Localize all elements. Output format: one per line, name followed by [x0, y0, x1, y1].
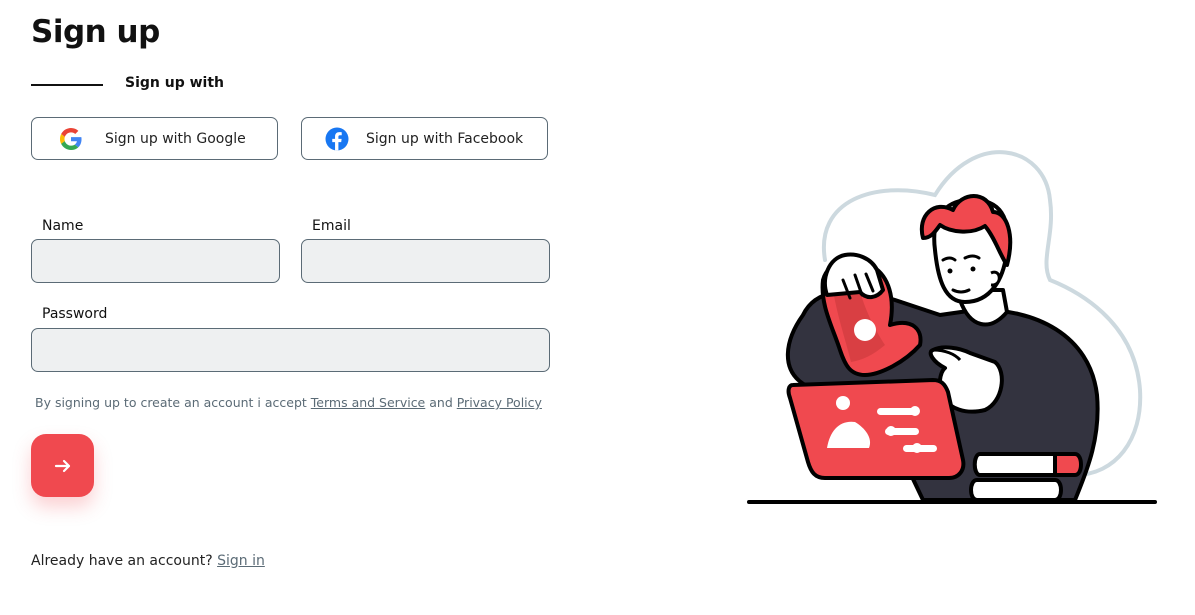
password-label: Password [42, 306, 108, 322]
email-label: Email [312, 218, 351, 234]
divider-line [31, 84, 103, 86]
signin-link[interactable]: Sign in [217, 553, 265, 569]
google-button-label: Sign up with Google [105, 130, 246, 147]
terms-of-service-link[interactable]: Terms and Service [311, 395, 425, 410]
facebook-signup-button[interactable]: Sign up with Facebook [301, 117, 548, 160]
submit-button[interactable] [31, 434, 94, 497]
privacy-policy-link[interactable]: Privacy Policy [457, 395, 542, 410]
name-input[interactable] [31, 239, 280, 283]
signin-prompt-text: Already have an account? [31, 553, 218, 569]
google-icon [59, 127, 83, 151]
terms-and: and [425, 395, 457, 410]
facebook-button-label: Sign up with Facebook [366, 130, 524, 147]
facebook-icon [325, 127, 349, 151]
signin-prompt: Already have an account? Sign in [31, 553, 265, 569]
google-signup-button[interactable]: Sign up with Google [31, 117, 278, 160]
arrow-right-icon [54, 459, 70, 472]
name-label: Name [42, 218, 84, 234]
terms-prefix: By signing up to create an account i acc… [35, 395, 311, 410]
terms-text: By signing up to create an account i acc… [35, 395, 542, 410]
sign-up-with-label: Sign up with [125, 75, 224, 91]
password-input[interactable] [31, 328, 550, 372]
email-input[interactable] [301, 239, 550, 283]
page-title: Sign up [31, 14, 160, 50]
person-with-laptop-illustration [747, 150, 1157, 504]
